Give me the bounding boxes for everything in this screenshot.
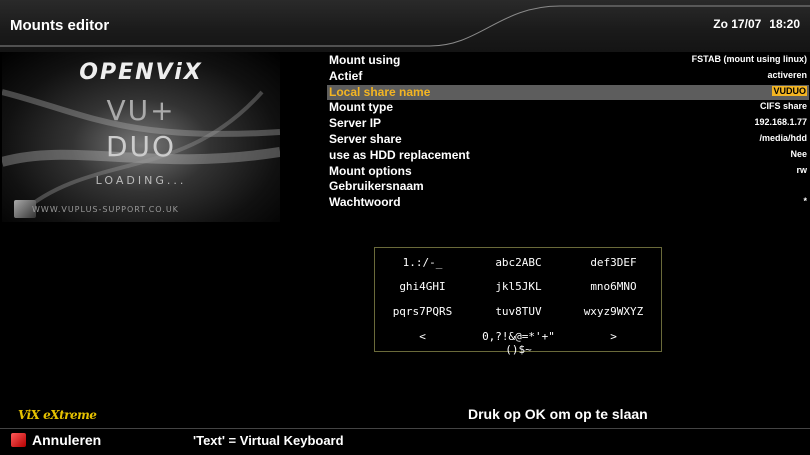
config-row[interactable]: Server share/media/hdd (327, 132, 809, 148)
config-label: Mount using (329, 53, 401, 67)
config-row[interactable]: Actief activeren (327, 69, 809, 85)
config-value[interactable]: FSTAB (mount using linux) (692, 54, 807, 64)
clock-date: Zo 17/07 (713, 17, 762, 31)
config-row[interactable]: Mount type CIFS share (327, 100, 809, 116)
keyboard-key[interactable]: > (566, 330, 661, 343)
clock: Zo 17/07 18:20 (713, 17, 800, 31)
keyboard-row: <0,?!&@=*'+"()$~ > (375, 330, 661, 356)
config-row[interactable]: Wachtwoord * (327, 195, 809, 211)
keyboard-key[interactable]: 1.:/-_ (375, 256, 470, 269)
keyboard-row: ghi4GHI jkl5JKL mno6MNO (375, 280, 661, 300)
config-label: Actief (329, 68, 363, 83)
mount-config-list[interactable]: Mount using FSTAB (mount using linux) Acti… (327, 53, 809, 211)
keyboard-key[interactable]: 0,?!&@=*'+"()$~ (471, 330, 566, 356)
keyboard-row: pqrs7PQRS tuv8TUV wxyz9WXYZ (375, 305, 661, 325)
keyboard-key[interactable]: < (375, 330, 470, 343)
config-row[interactable]: Local share name VUDUO (327, 84, 809, 101)
keyboard-key[interactable]: jkl5JKL (471, 280, 566, 293)
config-label: Mount options (329, 163, 412, 178)
red-key-icon[interactable] (11, 433, 26, 447)
virtual-keyboard-help: 1.:/-_ abc2ABC def3DEF ghi4GHI jkl5JKL mno6MN… (374, 247, 662, 356)
config-label: Server share (329, 131, 402, 146)
splash-title: OPENViX (79, 60, 203, 85)
vix-extreme-logo: ViX eXtreme (18, 408, 97, 422)
config-row[interactable]: Gebruikersnaam (327, 179, 809, 195)
config-label: use as HDD replacement (329, 147, 470, 162)
config-label: Wachtwoord (329, 195, 401, 210)
splash-model-line2: DUO (105, 130, 177, 163)
config-value[interactable]: VUDUO (772, 85, 807, 96)
config-value[interactable]: /media/hdd (759, 133, 807, 143)
header-curve-decoration (0, 5, 810, 47)
config-row[interactable]: Mount using FSTAB (mount using linux) (327, 53, 809, 69)
keyboard-key[interactable]: tuv8TUV (471, 305, 566, 318)
config-label: Mount type (329, 100, 393, 115)
cancel-button-label[interactable]: Annuleren (32, 432, 101, 448)
config-value[interactable]: CIFS share (760, 101, 807, 111)
keyboard-key[interactable]: def3DEF (566, 256, 661, 269)
footer-divider (0, 428, 810, 429)
config-label: Server IP (329, 116, 382, 131)
keyboard-key[interactable]: abc2ABC (471, 256, 566, 269)
config-row[interactable]: Mount options rw (327, 164, 809, 180)
keyboard-key[interactable]: pqrs7PQRS (375, 305, 470, 318)
config-value[interactable]: activeren (767, 70, 807, 80)
config-row[interactable]: use as HDD replacement Nee (327, 148, 809, 164)
splash-url: WWW.VUPLUS-SUPPORT.CO.UK (32, 205, 179, 214)
config-label: Local share name (329, 84, 431, 99)
config-label: Gebruikersnaam (329, 179, 424, 194)
config-value[interactable]: Nee (790, 149, 807, 159)
virtual-keyboard-hint: 'Text' = Virtual Keyboard (193, 433, 344, 448)
splash-model-line1: VU+ (106, 94, 176, 127)
clock-time: 18:20 (769, 17, 800, 31)
splash-loading-text: LOADING... (95, 174, 187, 187)
keyboard-key[interactable]: mno6MNO (566, 280, 661, 293)
save-hint: Druk op OK om op te slaan (468, 406, 648, 422)
keyboard-key[interactable]: wxyz9WXYZ (566, 305, 661, 318)
page-title: Mounts editor (10, 17, 110, 34)
config-row[interactable]: Server IP 192.168.1.77 (327, 116, 809, 132)
keyboard-key[interactable]: ghi4GHI (375, 280, 470, 293)
boot-splash-image: OPENViX VU+ DUO LOADING... WWW.VUPLUS-SU… (2, 52, 280, 222)
config-value[interactable]: 192.168.1.77 (754, 117, 807, 127)
keyboard-row: 1.:/-_ abc2ABC def3DEF (375, 256, 661, 276)
header-bar: Mounts editor Zo 17/07 18:20 (0, 0, 810, 52)
config-value[interactable]: * (803, 196, 807, 206)
config-value[interactable]: rw (796, 165, 807, 175)
